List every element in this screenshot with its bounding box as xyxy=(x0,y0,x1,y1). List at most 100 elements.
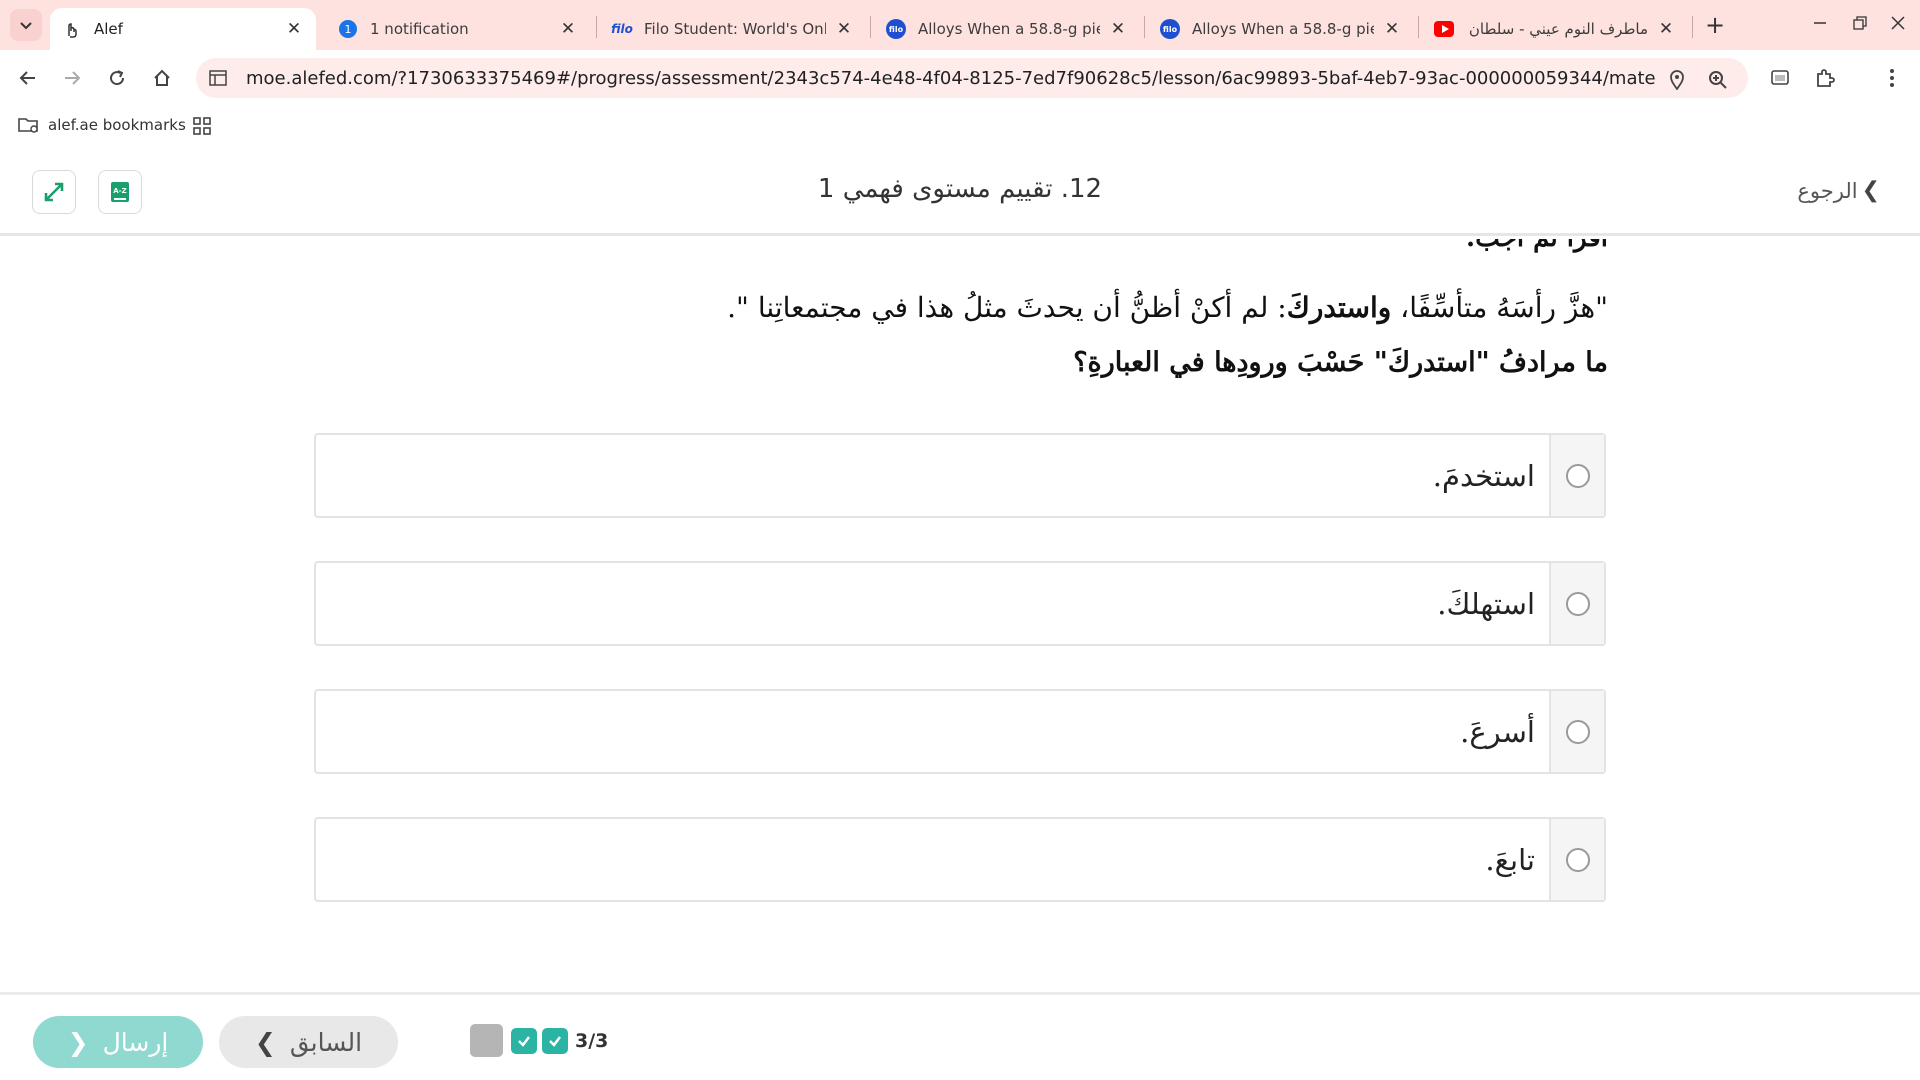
submit-button[interactable]: إرسال ❮ xyxy=(33,1016,203,1068)
home-button[interactable] xyxy=(146,62,178,94)
option-text: استهلكَ. xyxy=(1437,586,1535,621)
close-icon xyxy=(1891,16,1905,30)
home-icon xyxy=(154,69,170,86)
answer-option-2[interactable]: استهلكَ. xyxy=(314,561,1606,646)
notification-badge-icon: 1 xyxy=(338,19,358,39)
restore-button[interactable] xyxy=(1842,8,1878,38)
bookmarks-bar: alef.ae bookmarks xyxy=(0,106,1920,150)
question-sentence: "هزَّ رأسَهُ متأسِّفًا، واستدركَ: لم أكن… xyxy=(727,291,1608,324)
radio-button[interactable] xyxy=(1565,719,1590,744)
answer-option-1[interactable]: استخدمَ. xyxy=(314,433,1606,518)
back-link-label: الرجوع xyxy=(1797,178,1858,203)
youtube-icon xyxy=(1434,19,1454,39)
puzzle-icon xyxy=(1817,69,1835,87)
highlighted-word: واستدركَ xyxy=(1286,291,1392,324)
tab-title: ماطرف النوم عيني - سلطان الب xyxy=(1466,20,1648,38)
folder-icon xyxy=(18,118,38,133)
back-link[interactable]: ❯ الرجوع xyxy=(1797,178,1880,203)
chevron-right-icon: ❯ xyxy=(254,1027,276,1057)
tab-title: Filo Student: World's Only Li xyxy=(644,20,826,38)
tab-separator xyxy=(1418,16,1419,38)
radio-cell[interactable] xyxy=(1549,691,1604,772)
close-icon[interactable]: ✕ xyxy=(1656,19,1676,39)
browser-tab-alef[interactable]: Alef ✕ xyxy=(50,8,316,50)
progress-count: 3/3 xyxy=(575,1029,609,1052)
radio-cell[interactable] xyxy=(1549,435,1604,516)
tab-search-button[interactable] xyxy=(10,9,42,41)
radio-cell[interactable] xyxy=(1549,819,1604,900)
minimize-button[interactable] xyxy=(1802,8,1838,38)
alef-hand-icon xyxy=(62,19,82,39)
close-icon[interactable]: ✕ xyxy=(284,19,304,39)
back-button[interactable] xyxy=(12,62,44,94)
restore-icon xyxy=(1853,16,1867,30)
option-text: تابعَ. xyxy=(1485,842,1535,877)
chevron-left-icon: ❮ xyxy=(67,1027,89,1057)
cast-icon xyxy=(1771,70,1789,85)
tab-title: Alloys When a 58.8-g piece c xyxy=(1192,20,1374,38)
assessment-footer: إرسال ❮ السابق ❯ 3/3 xyxy=(0,992,1920,1080)
tab-separator xyxy=(1144,16,1145,38)
close-window-button[interactable] xyxy=(1880,8,1916,38)
previous-button[interactable]: السابق ❯ xyxy=(219,1016,398,1068)
zoom-icon[interactable] xyxy=(1708,70,1728,90)
forward-button[interactable] xyxy=(56,62,88,94)
chevron-right-icon: ❯ xyxy=(1861,178,1880,203)
question-progress: 3/3 xyxy=(470,1024,608,1057)
apps-grid-icon[interactable] xyxy=(192,116,212,136)
more-vertical-icon xyxy=(1890,69,1894,87)
tab-title: Alloys When a 58.8-g piece c xyxy=(918,20,1100,38)
radio-button[interactable] xyxy=(1565,591,1590,616)
fullscreen-button[interactable] xyxy=(32,170,76,214)
glossary-button[interactable]: A-Z xyxy=(98,170,142,214)
progress-current-square[interactable] xyxy=(470,1024,503,1057)
site-info-icon[interactable] xyxy=(208,68,228,88)
svg-text:A-Z: A-Z xyxy=(113,187,126,195)
question-instruction: اقرأ ثم أجب: xyxy=(1466,239,1608,253)
page-title: 12. تقييم مستوى فهمي 1 xyxy=(817,174,1103,204)
radio-button[interactable] xyxy=(1565,463,1590,488)
new-tab-button[interactable]: + xyxy=(1700,10,1730,40)
bookmark-folder[interactable]: alef.ae bookmarks xyxy=(18,116,186,134)
filo-circle-icon: filo xyxy=(886,19,906,39)
chevron-down-icon xyxy=(20,22,32,30)
tab-separator xyxy=(870,16,871,38)
menu-button[interactable] xyxy=(1876,62,1908,94)
browser-tab-strip: Alef ✕ 1 1 notification ✕ filo Filo Stud… xyxy=(0,0,1920,50)
close-icon[interactable]: ✕ xyxy=(834,19,854,39)
reload-icon xyxy=(110,70,125,86)
option-text: استخدمَ. xyxy=(1432,458,1535,493)
minimize-icon xyxy=(1814,22,1826,24)
radio-cell[interactable] xyxy=(1549,563,1604,644)
browser-tab-alloys-1[interactable]: filo Alloys When a 58.8-g piece c ✕ xyxy=(874,8,1140,50)
option-text: أسرعَ. xyxy=(1460,714,1535,749)
answer-option-4[interactable]: تابعَ. xyxy=(314,817,1606,902)
tab-title: Alef xyxy=(94,20,123,38)
arrow-left-icon xyxy=(19,71,35,85)
expand-icon xyxy=(44,182,64,202)
question-prompt: ما مرادفُ "استدركَ" حَسْبَ ورودِها في ال… xyxy=(1073,347,1608,378)
lesson-header: A-Z 12. تقييم مستوى فهمي 1 ❯ الرجوع xyxy=(0,150,1920,236)
cast-button[interactable] xyxy=(1764,62,1796,94)
browser-tab-filo-student[interactable]: filo Filo Student: World's Only Li ✕ xyxy=(600,8,866,50)
radio-button[interactable] xyxy=(1565,847,1590,872)
reload-button[interactable] xyxy=(101,62,133,94)
previous-label: السابق xyxy=(289,1027,363,1057)
browser-tab-youtube[interactable]: ماطرف النوم عيني - سلطان الب ✕ xyxy=(1422,8,1688,50)
close-icon[interactable]: ✕ xyxy=(558,19,578,39)
answer-option-3[interactable]: أسرعَ. xyxy=(314,689,1606,774)
close-icon[interactable]: ✕ xyxy=(1108,19,1128,39)
address-bar[interactable]: moe.alefed.com/?1730633375469#/progress/… xyxy=(196,58,1748,98)
progress-check-icon[interactable] xyxy=(542,1027,568,1054)
url-text: moe.alefed.com/?1730633375469#/progress/… xyxy=(246,67,1656,89)
browser-tab-notification[interactable]: 1 1 notification ✕ xyxy=(326,8,590,50)
bookmark-folder-label: alef.ae bookmarks xyxy=(48,116,186,134)
arrow-right-icon xyxy=(65,71,81,85)
close-icon[interactable]: ✕ xyxy=(1382,19,1402,39)
extensions-button[interactable] xyxy=(1809,62,1841,94)
location-icon[interactable] xyxy=(1667,70,1687,90)
submit-label: إرسال xyxy=(102,1027,169,1057)
browser-tab-alloys-2[interactable]: filo Alloys When a 58.8-g piece c ✕ xyxy=(1148,8,1414,50)
filo-circle-icon: filo xyxy=(1160,19,1180,39)
progress-check-icon[interactable] xyxy=(511,1027,537,1054)
